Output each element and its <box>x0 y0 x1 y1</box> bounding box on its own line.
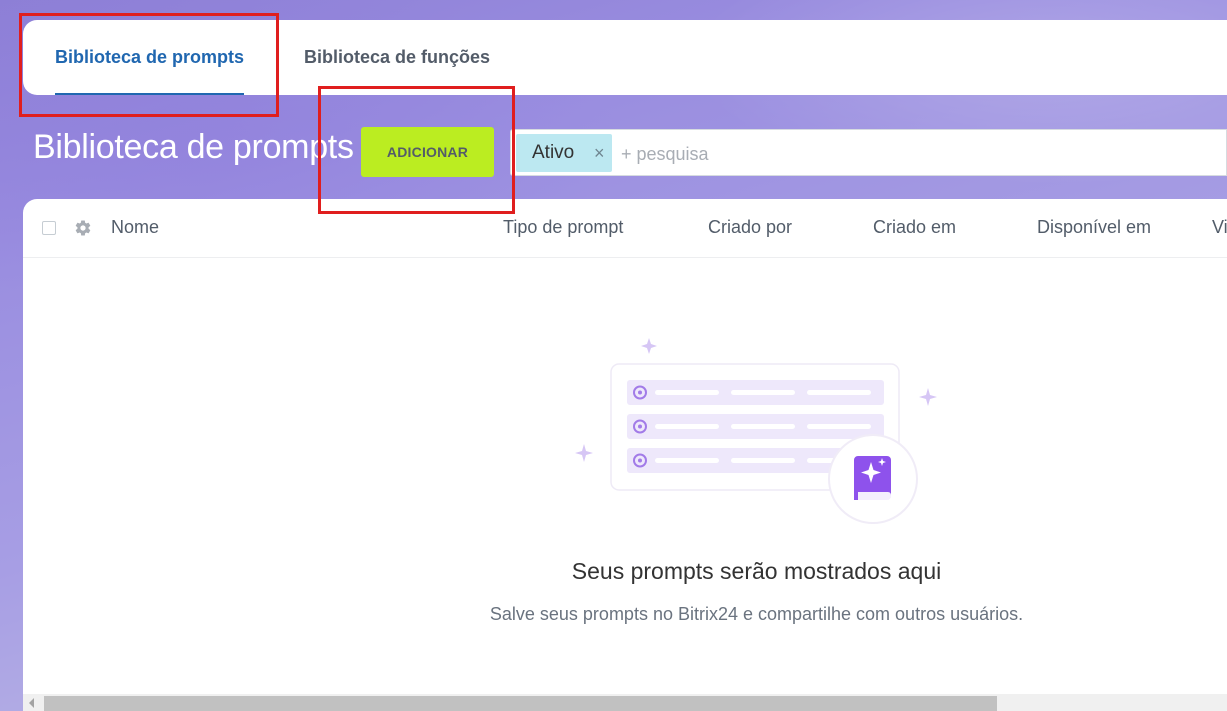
sparkle-icon <box>575 444 593 462</box>
search-filter-box[interactable]: Ativo × <box>510 129 1227 176</box>
column-header-created-at[interactable]: Criado em <box>873 217 956 238</box>
sparkle-book-icon <box>854 456 891 500</box>
prompt-library-illustration <box>575 338 937 524</box>
scrollbar-thumb[interactable] <box>44 696 997 711</box>
select-all-checkbox[interactable] <box>42 221 56 235</box>
add-button[interactable]: ADICIONAR <box>361 127 494 177</box>
chevron-left-icon[interactable] <box>29 698 34 708</box>
chip-close-icon[interactable]: × <box>594 143 608 163</box>
page-title: Biblioteca de prompts <box>33 128 354 166</box>
column-header-available-in[interactable]: Disponível em <box>1037 217 1151 238</box>
column-header-prompt-type[interactable]: Tipo de prompt <box>503 217 623 238</box>
filter-chip-label: Ativo <box>532 142 575 163</box>
column-header-created-by[interactable]: Criado por <box>708 217 792 238</box>
column-header-name[interactable]: Nome <box>111 217 159 238</box>
tab-prompt-library[interactable]: Biblioteca de prompts <box>55 20 245 95</box>
horizontal-scrollbar[interactable] <box>23 694 1227 711</box>
column-header-truncated[interactable]: Vi <box>1212 217 1227 238</box>
search-input[interactable] <box>619 136 1213 172</box>
sparkle-icon <box>919 388 937 406</box>
empty-state-title: Seus prompts serão mostrados aqui <box>571 558 942 584</box>
empty-state-subtitle: Salve seus prompts no Bitrix24 e compart… <box>489 604 1024 624</box>
grid-header: Nome Tipo de prompt Criado por Criado em… <box>23 199 1227 258</box>
tabs-bar: Biblioteca de prompts Biblioteca de funç… <box>23 20 1227 95</box>
tab-function-library[interactable]: Biblioteca de funções <box>304 20 490 95</box>
filter-chip-active[interactable]: Ativo × <box>516 134 612 172</box>
gear-icon[interactable] <box>74 219 92 237</box>
sparkle-icon <box>641 338 657 354</box>
grid-panel: Nome Tipo de prompt Criado por Criado em… <box>23 199 1227 711</box>
